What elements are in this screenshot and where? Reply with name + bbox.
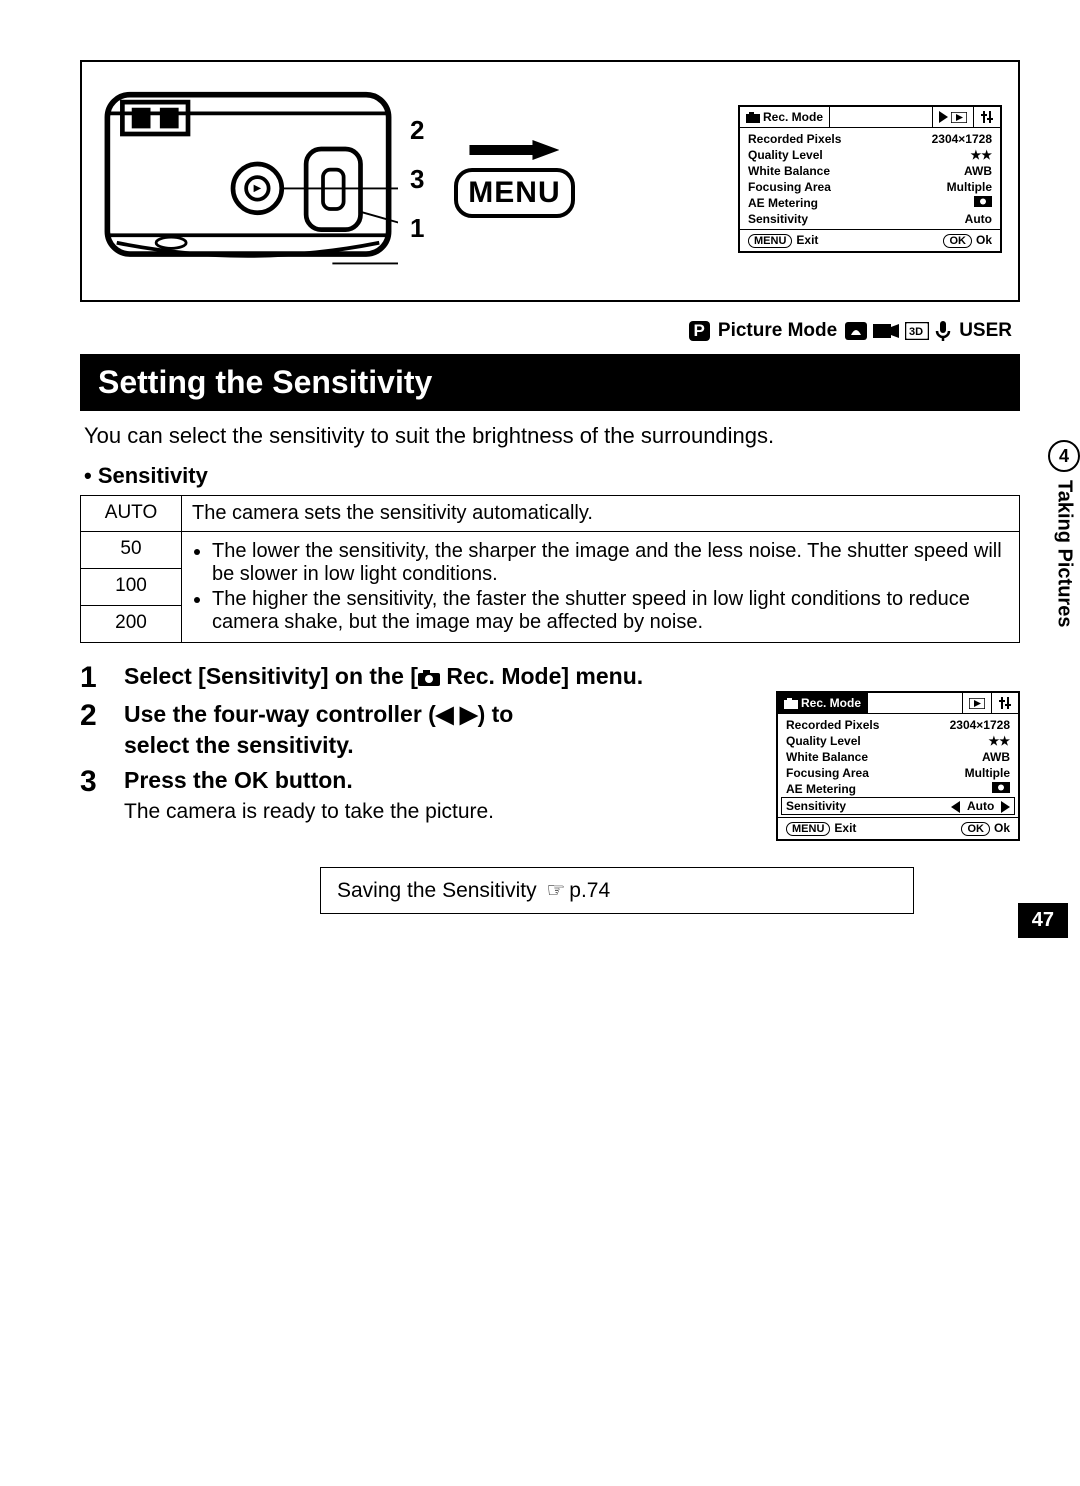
ok-btn-label: OK — [943, 234, 972, 248]
callout-2: 2 — [410, 115, 424, 146]
stars-icon — [970, 148, 992, 162]
tab-setup-icon — [974, 107, 1000, 127]
row-value: AWB — [964, 164, 992, 178]
auto-desc: The camera sets the sensitivity automati… — [182, 496, 1020, 532]
step-1-head: Select [Sensitivity] on the [ Rec. Mode]… — [124, 661, 1020, 692]
row-label: Focusing Area — [748, 180, 831, 194]
step-3-head: Press the OK button. — [124, 765, 584, 796]
row-label: White Balance — [786, 750, 868, 764]
camera-illustration — [98, 74, 398, 284]
reference-box: Saving the Sensitivity p.74 — [320, 867, 914, 914]
tab-playback-icon — [962, 693, 992, 713]
row-value: Auto — [967, 799, 994, 813]
camera-icon — [418, 670, 440, 686]
arrow-left-icon — [951, 801, 960, 813]
row-value: 2304×1728 — [950, 718, 1010, 732]
bullet-2: The higher the sensitivity, the faster t… — [212, 588, 1009, 634]
sensitivity-table: AUTO The camera sets the sensitivity aut… — [80, 495, 1020, 643]
callout-3: 3 — [410, 164, 424, 195]
intro-text: You can select the sensitivity to suit t… — [84, 423, 1016, 449]
ok-btn-label: OK — [961, 822, 990, 836]
menu-button-illustration: MENU — [454, 140, 574, 218]
row-label: Recorded Pixels — [748, 132, 841, 146]
footer-ok: Ok — [976, 233, 992, 247]
mode-line: P Picture Mode 3D USER — [80, 316, 1020, 354]
side-tab: 4 Taking Pictures — [1048, 440, 1080, 627]
footer-exit: Exit — [796, 233, 818, 247]
tab-rec-mode: Rec. Mode — [740, 107, 830, 127]
arrow-right-icon — [469, 140, 559, 160]
camera-icon — [746, 112, 760, 123]
sensitivity-heading: • Sensitivity — [84, 463, 1016, 489]
row-value: AWB — [982, 750, 1010, 764]
tab-setup-icon — [992, 693, 1018, 713]
menu-btn-label: MENU — [748, 234, 792, 248]
movie-icon — [873, 322, 899, 340]
step-2-head: Use the four-way controller (◀ ▶) to sel… — [124, 699, 584, 761]
picture-mode-label: Picture Mode — [718, 320, 837, 342]
iso-100: 100 — [81, 569, 182, 606]
row-label: White Balance — [748, 164, 830, 178]
iso-200: 200 — [81, 606, 182, 643]
iso-desc: The lower the sensitivity, the sharper t… — [182, 532, 1020, 643]
night-scene-icon — [845, 322, 867, 340]
footer-exit: Exit — [834, 821, 856, 835]
chapter-label: Taking Pictures — [1053, 480, 1076, 627]
row-label: Recorded Pixels — [786, 718, 879, 732]
row-label: AE Metering — [786, 782, 856, 796]
pointer-icon — [542, 879, 569, 902]
voice-icon — [935, 321, 951, 341]
row-value: 2304×1728 — [932, 132, 992, 146]
user-mode-label: USER — [959, 320, 1012, 342]
section-title: Setting the Sensitivity — [80, 354, 1020, 411]
stars-icon — [988, 734, 1010, 748]
tab-playback-icon — [932, 107, 974, 127]
callout-numbers: 2 3 1 — [410, 115, 424, 244]
steps: 1 Select [Sensitivity] on the [ Rec. Mod… — [80, 661, 1020, 841]
page-number: 47 — [1018, 903, 1068, 938]
camera-icon — [784, 698, 798, 709]
svg-text:3D: 3D — [909, 326, 923, 338]
step-3-num: 3 — [80, 765, 124, 799]
iso-50: 50 — [81, 532, 182, 569]
lcd-screen-top: Rec. Mode Recorded Pixels 2304×1728 Quali… — [738, 105, 1002, 253]
top-figure: 2 3 1 MENU Rec. Mode — [80, 60, 1020, 302]
menu-button-label: MENU — [454, 168, 574, 218]
row-value: Auto — [965, 212, 992, 226]
row-label: AE Metering — [748, 196, 818, 210]
metering-icon — [974, 196, 992, 207]
row-value: Multiple — [947, 180, 992, 194]
row-label: Focusing Area — [786, 766, 869, 780]
tab-rec-mode-active: Rec. Mode — [778, 693, 868, 713]
arrow-right-icon — [1001, 801, 1010, 813]
bullet-1: The lower the sensitivity, the sharper t… — [212, 540, 1009, 586]
row-selected: Sensitivity Auto — [782, 798, 1014, 814]
row-label: Quality Level — [748, 148, 823, 162]
auto-label: AUTO — [81, 496, 182, 532]
p-mode-icon: P — [689, 321, 710, 341]
step-2-num: 2 — [80, 699, 124, 733]
step-3-body: The camera is ready to take the picture. — [124, 800, 584, 824]
row-label: Quality Level — [786, 734, 861, 748]
metering-icon — [992, 782, 1010, 793]
lcd-screen-bottom: Rec. Mode Recorded Pixels 2304×1728 Quali… — [776, 691, 1020, 841]
row-label: Sensitivity — [786, 799, 846, 813]
menu-btn-label: MENU — [786, 822, 830, 836]
row-label: Sensitivity — [748, 212, 808, 226]
step-1-num: 1 — [80, 661, 124, 695]
reference-text: Saving the Sensitivity — [337, 879, 542, 902]
callout-1: 1 — [410, 213, 424, 244]
footer-ok: Ok — [994, 821, 1010, 835]
3d-icon: 3D — [905, 322, 929, 340]
reference-page: p.74 — [569, 879, 610, 902]
row-value: Multiple — [965, 766, 1010, 780]
mode-icons: 3D — [845, 321, 951, 341]
chapter-number: 4 — [1048, 440, 1080, 472]
